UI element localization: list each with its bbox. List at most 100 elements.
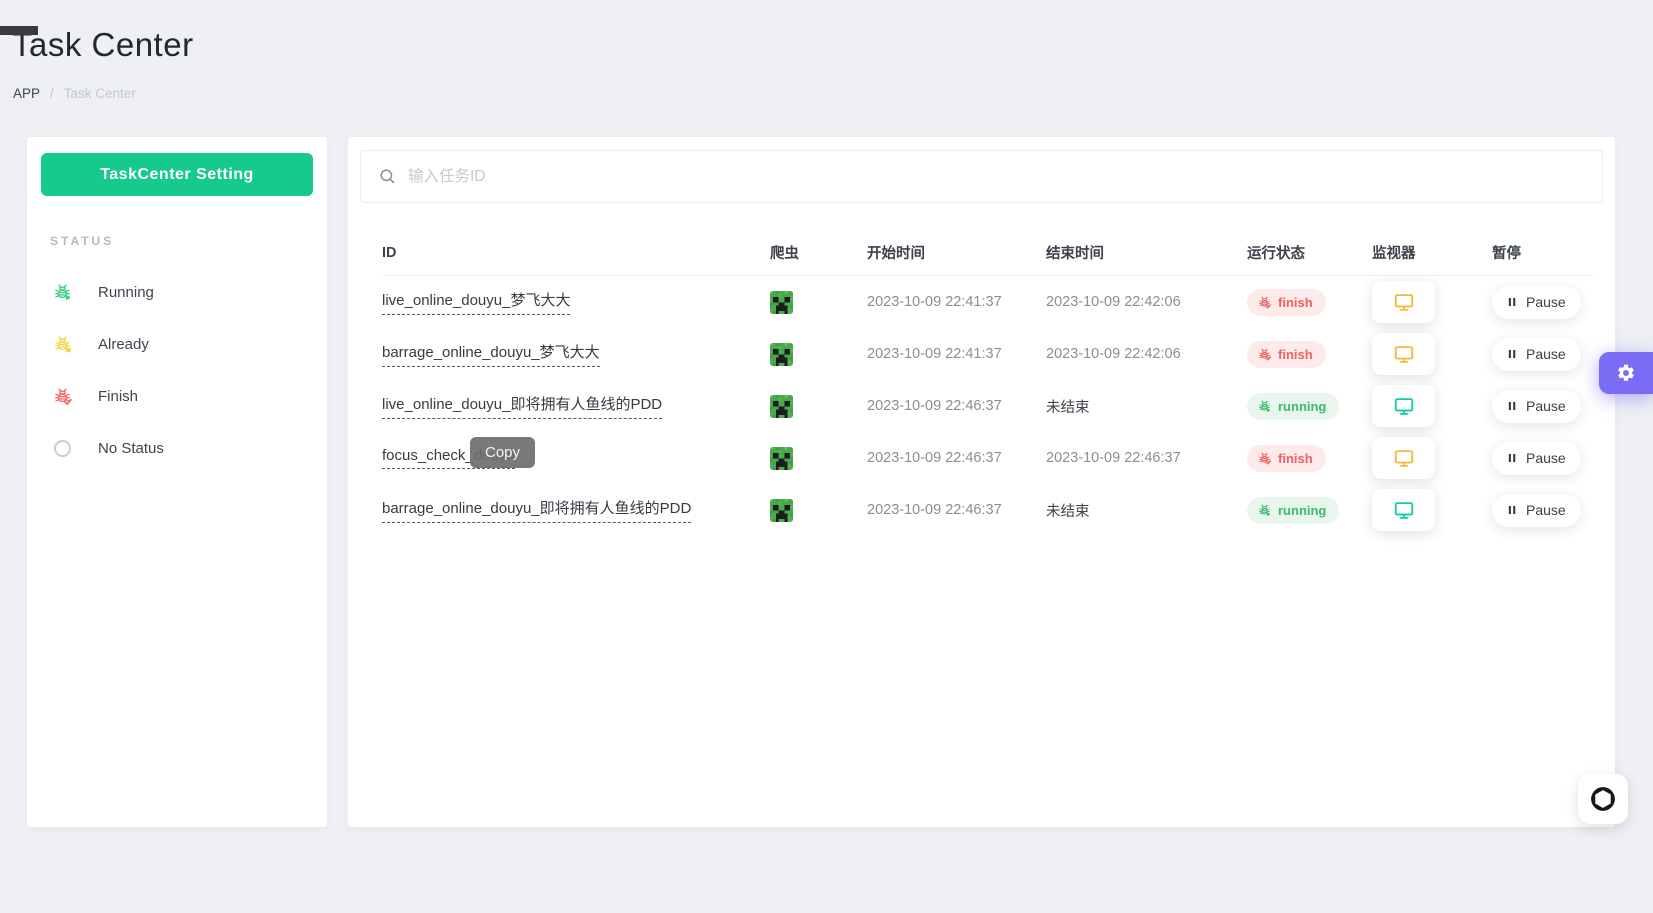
- task-id-link[interactable]: live_online_douyu_即将拥有人鱼线的PDD: [382, 393, 662, 419]
- pause-label: Pause: [1526, 346, 1566, 362]
- column-header-run-status: 运行状态: [1247, 242, 1372, 263]
- bug-play-icon: [52, 282, 73, 303]
- pause-button[interactable]: Pause: [1492, 390, 1581, 423]
- end-time: 2023-10-09 22:42:06: [1046, 346, 1247, 362]
- monitor-icon: [1393, 395, 1415, 417]
- table-row: focus_check_douyu 2023-10-09 22:46:37 20…: [382, 432, 1593, 484]
- status-label: finish: [1278, 451, 1313, 466]
- task-id-link[interactable]: barrage_online_douyu_即将拥有人鱼线的PDD: [382, 497, 691, 523]
- start-time: 2023-10-09 22:46:37: [867, 398, 1046, 414]
- monitor-button[interactable]: [1372, 281, 1435, 323]
- sidebar-item-finish[interactable]: Finish: [27, 370, 327, 422]
- task-id-link[interactable]: barrage_online_douyu_梦飞大大: [382, 341, 600, 367]
- bug-status-icon: [1257, 347, 1272, 362]
- copy-tooltip: Copy: [470, 437, 535, 468]
- sidebar-item-already[interactable]: Already: [27, 318, 327, 370]
- end-time: 未结束: [1046, 396, 1247, 417]
- status-label: finish: [1278, 295, 1313, 310]
- pause-label: Pause: [1526, 450, 1566, 466]
- start-time: 2023-10-09 22:41:37: [867, 346, 1046, 362]
- pause-icon: [1507, 296, 1518, 308]
- sidebar-item-no-status[interactable]: No Status: [27, 422, 327, 474]
- pause-button[interactable]: Pause: [1492, 286, 1581, 319]
- window-corner-artifact: [0, 26, 38, 35]
- table-row: live_online_douyu_即将拥有人鱼线的PDD 2023-10-09…: [382, 380, 1593, 432]
- status-badge: finish: [1247, 445, 1326, 472]
- creeper-icon: [770, 499, 793, 522]
- status-label: finish: [1278, 347, 1313, 362]
- creeper-icon: [770, 291, 793, 314]
- column-header-id: ID: [382, 245, 770, 261]
- end-time: 2023-10-09 22:46:37: [1046, 450, 1247, 466]
- column-header-spider: 爬虫: [770, 242, 867, 263]
- openai-fab-button[interactable]: [1578, 774, 1628, 824]
- sidebar-item-running[interactable]: Running: [27, 266, 327, 318]
- creeper-icon: [770, 343, 793, 366]
- sidebar-item-label: Finish: [98, 388, 138, 405]
- monitor-button[interactable]: [1372, 489, 1435, 531]
- pause-icon: [1507, 452, 1518, 464]
- monitor-button[interactable]: [1372, 437, 1435, 479]
- search-input[interactable]: [408, 168, 1585, 186]
- creeper-icon: [770, 395, 793, 418]
- monitor-icon: [1393, 343, 1415, 365]
- pause-button[interactable]: Pause: [1492, 338, 1581, 371]
- pause-icon: [1507, 504, 1518, 516]
- page-title: Task Center: [12, 26, 1653, 64]
- pause-label: Pause: [1526, 398, 1566, 414]
- table-row: barrage_online_douyu_梦飞大大 2023-10-09 22:…: [382, 328, 1593, 380]
- breadcrumb-app[interactable]: APP: [13, 86, 40, 101]
- monitor-icon: [1393, 499, 1415, 521]
- status-badge: finish: [1247, 289, 1326, 316]
- pause-button[interactable]: Pause: [1492, 494, 1581, 527]
- column-header-end-time: 结束时间: [1046, 242, 1247, 263]
- monitor-icon: [1393, 447, 1415, 469]
- pause-icon: [1507, 348, 1518, 360]
- table-header-row: ID 爬虫 开始时间 结束时间 运行状态 监视器 暂停: [382, 230, 1593, 276]
- bug-status-icon: [1257, 451, 1272, 466]
- monitor-button[interactable]: [1372, 333, 1435, 375]
- column-header-pause: 暂停: [1492, 242, 1593, 263]
- end-time: 2023-10-09 22:42:06: [1046, 294, 1247, 310]
- settings-fab-button[interactable]: [1599, 352, 1653, 394]
- bug-status-icon: [1257, 399, 1272, 414]
- start-time: 2023-10-09 22:46:37: [867, 502, 1046, 518]
- monitor-button[interactable]: [1372, 385, 1435, 427]
- empty-circle-icon: [54, 440, 71, 457]
- status-section-label: STATUS: [50, 234, 327, 248]
- monitor-icon: [1393, 291, 1415, 313]
- pause-icon: [1507, 400, 1518, 412]
- status-badge: running: [1247, 393, 1339, 420]
- gear-icon: [1616, 363, 1636, 383]
- bug-status-icon: [1257, 295, 1272, 310]
- breadcrumb: APP / Task Center: [13, 86, 1653, 101]
- sidebar-item-label: Already: [98, 336, 149, 353]
- task-search-box[interactable]: [360, 150, 1603, 203]
- content-area: TaskCenter Setting STATUS Running Alread…: [27, 137, 1615, 827]
- taskcenter-setting-button[interactable]: TaskCenter Setting: [41, 153, 313, 196]
- sidebar-item-label: Running: [98, 284, 154, 301]
- table-row: barrage_online_douyu_即将拥有人鱼线的PDD 2023-10…: [382, 484, 1593, 536]
- task-id-link[interactable]: live_online_douyu_梦飞大大: [382, 289, 570, 315]
- status-filter-list: Running Already Finish No Status: [27, 266, 327, 474]
- bug-check-icon: [52, 386, 73, 407]
- creeper-icon: [770, 447, 793, 470]
- column-header-monitor: 监视器: [1372, 242, 1492, 263]
- task-table-panel: ID 爬虫 开始时间 结束时间 运行状态 监视器 暂停 live_online_…: [348, 137, 1615, 827]
- status-label: running: [1278, 399, 1326, 414]
- openai-logo-icon: [1588, 784, 1618, 814]
- start-time: 2023-10-09 22:41:37: [867, 294, 1046, 310]
- sidebar-item-label: No Status: [98, 440, 164, 457]
- status-badge: running: [1247, 497, 1339, 524]
- pause-label: Pause: [1526, 502, 1566, 518]
- breadcrumb-separator: /: [50, 86, 54, 101]
- bug-status-icon: [1257, 503, 1272, 518]
- pause-button[interactable]: Pause: [1492, 442, 1581, 475]
- status-label: running: [1278, 503, 1326, 518]
- status-badge: finish: [1247, 341, 1326, 368]
- table-body: live_online_douyu_梦飞大大 2023-10-09 22:41:…: [382, 276, 1593, 536]
- task-table: ID 爬虫 开始时间 结束时间 运行状态 监视器 暂停 live_online_…: [382, 230, 1593, 536]
- table-row: live_online_douyu_梦飞大大 2023-10-09 22:41:…: [382, 276, 1593, 328]
- bug-stop-icon: [52, 334, 73, 355]
- end-time: 未结束: [1046, 500, 1247, 521]
